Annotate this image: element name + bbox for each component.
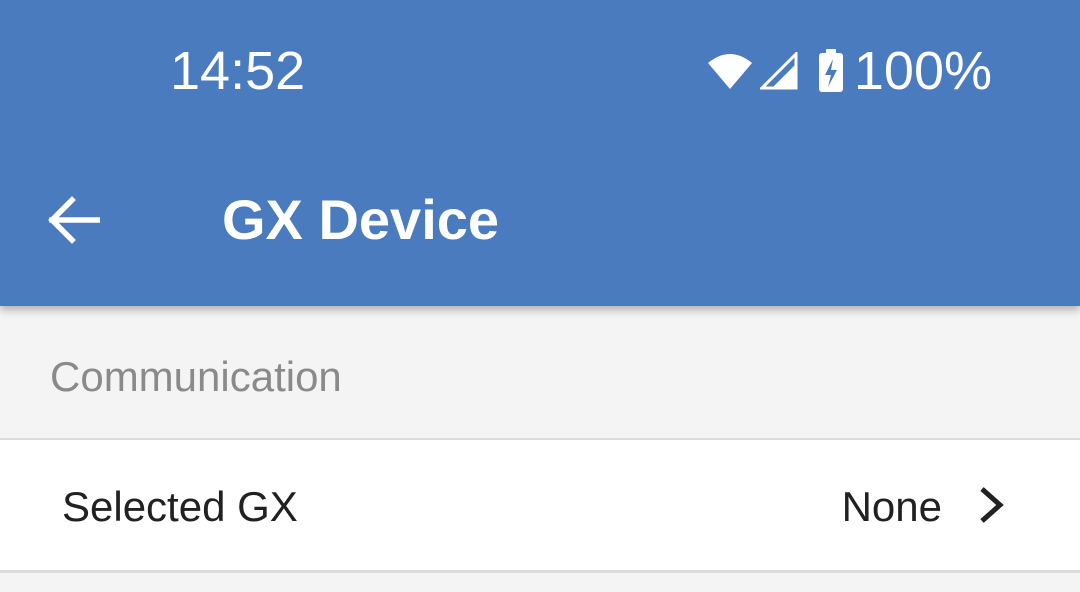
row-label: Selected GX bbox=[62, 483, 298, 530]
status-icons: 100% bbox=[706, 40, 992, 102]
app-header: 14:52 100% GX Device bbox=[0, 0, 1080, 306]
wifi-icon bbox=[707, 54, 752, 89]
selected-gx-row[interactable]: Selected GX None bbox=[0, 440, 1080, 570]
back-button[interactable] bbox=[30, 176, 118, 264]
page-title: GX Device bbox=[222, 188, 500, 251]
divider bbox=[0, 570, 1080, 573]
row-value: None bbox=[841, 483, 942, 530]
section-header: Communication bbox=[0, 306, 1080, 438]
status-time: 14:52 bbox=[170, 41, 306, 101]
arrow-back-icon bbox=[48, 196, 100, 244]
battery-charging-icon bbox=[818, 49, 843, 92]
section-title: Communication bbox=[50, 353, 342, 400]
cell-signal-icon bbox=[759, 52, 798, 90]
battery-percent: 100% bbox=[853, 41, 992, 101]
chevron-right-icon bbox=[980, 487, 1004, 523]
